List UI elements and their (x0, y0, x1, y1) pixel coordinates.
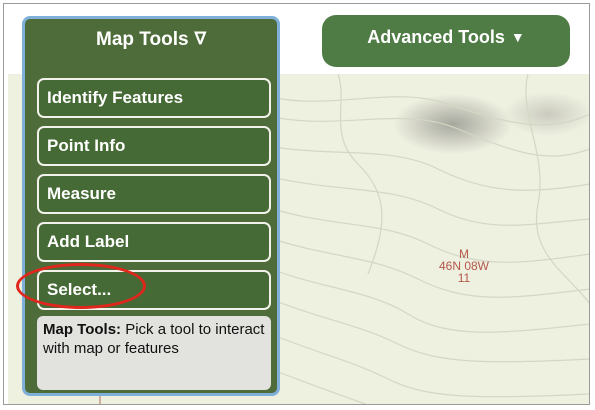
select-highlight-circle (16, 263, 146, 309)
menu-item-label: Point Info (47, 136, 126, 155)
map-tools-help: Map Tools: Pick a tool to interact with … (37, 316, 271, 390)
map-tools-menu: Map Tools ∇ Identify Features Point Info… (22, 16, 280, 396)
map-tools-button[interactable]: Map Tools ∇ (25, 29, 277, 51)
down-triangle-outline-icon: ∇ (194, 29, 206, 48)
map-section-label: M 46N 08W 11 (424, 248, 504, 284)
help-heading: Map Tools: (43, 321, 122, 338)
advanced-tools-label: Advanced Tools (367, 26, 505, 47)
advanced-tools-button[interactable]: Advanced Tools ▼ (322, 15, 570, 67)
menu-item-measure[interactable]: Measure (37, 174, 271, 214)
menu-item-add-label[interactable]: Add Label (37, 222, 271, 262)
menu-item-label: Add Label (47, 232, 130, 251)
down-triangle-solid-icon: ▼ (510, 29, 525, 45)
menu-item-point-info[interactable]: Point Info (37, 126, 271, 166)
section-label-line3: 11 (457, 271, 471, 285)
map-tools-label: Map Tools (96, 29, 189, 50)
menu-item-label: Measure (47, 184, 116, 203)
menu-item-identify-features[interactable]: Identify Features (37, 78, 271, 118)
menu-item-label: Identify Features (47, 88, 184, 107)
